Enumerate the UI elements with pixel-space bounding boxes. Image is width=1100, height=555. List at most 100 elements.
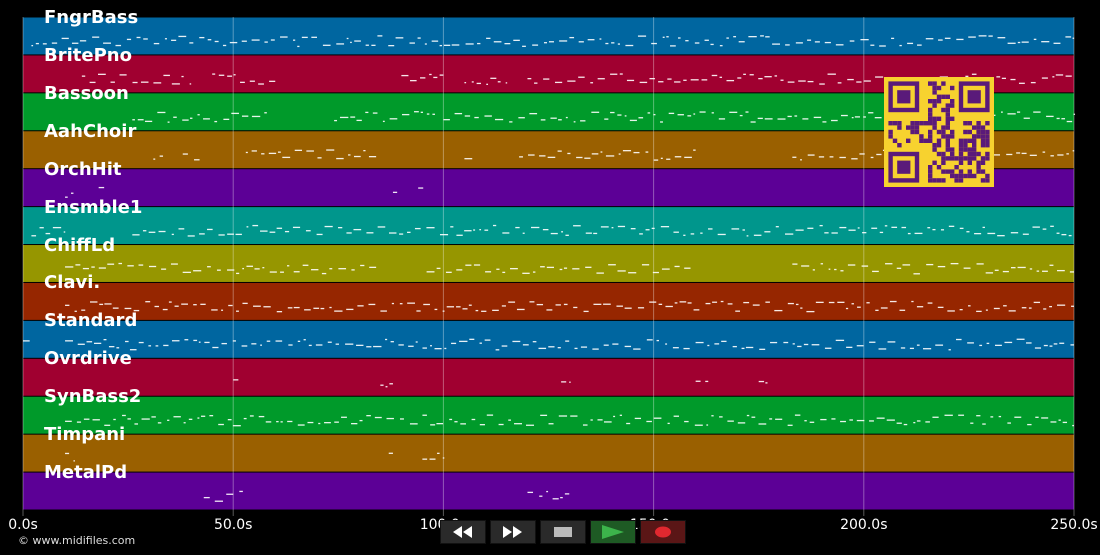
note-mark xyxy=(269,231,276,233)
note-mark xyxy=(335,343,340,345)
fast-forward-button[interactable] xyxy=(490,520,536,544)
note-mark xyxy=(558,415,568,417)
note-mark xyxy=(963,267,971,269)
note-mark xyxy=(161,268,167,270)
note-mark xyxy=(437,452,440,455)
note-mark xyxy=(79,40,87,42)
note-mark xyxy=(660,226,670,228)
note-mark xyxy=(388,452,393,454)
record-button[interactable] xyxy=(640,520,686,544)
note-mark xyxy=(306,150,314,152)
rewind-button[interactable] xyxy=(440,520,486,544)
note-mark xyxy=(699,111,706,113)
note-mark xyxy=(857,227,860,229)
note-mark xyxy=(693,149,696,151)
note-mark xyxy=(351,422,358,425)
track-band xyxy=(23,320,1074,358)
note-mark xyxy=(420,111,423,113)
note-mark xyxy=(576,156,583,159)
note-mark xyxy=(464,158,473,160)
note-mark xyxy=(153,42,160,45)
note-mark xyxy=(126,38,132,41)
note-mark xyxy=(547,156,556,159)
note-mark xyxy=(765,36,770,38)
note-mark xyxy=(189,117,193,119)
note-mark xyxy=(570,415,578,417)
note-mark xyxy=(311,269,319,271)
note-mark xyxy=(749,74,754,76)
note-mark xyxy=(65,304,70,306)
note-mark xyxy=(639,81,648,84)
note-mark xyxy=(604,118,609,120)
note-mark xyxy=(536,303,544,306)
note-mark xyxy=(292,226,301,229)
note-mark xyxy=(207,39,212,41)
note-mark xyxy=(345,343,354,345)
note-mark xyxy=(439,234,449,236)
note-mark xyxy=(674,156,682,158)
note-mark xyxy=(484,115,492,117)
note-mark xyxy=(879,45,886,47)
track-label: SynBass2 xyxy=(44,386,142,408)
note-mark xyxy=(719,416,723,418)
note-mark xyxy=(800,159,802,161)
note-mark xyxy=(529,112,538,115)
note-mark xyxy=(737,77,742,79)
note-mark xyxy=(374,416,382,419)
note-mark xyxy=(804,420,807,422)
note-mark xyxy=(819,224,823,227)
note-mark xyxy=(674,265,680,268)
note-mark xyxy=(260,344,262,346)
note-mark xyxy=(1050,421,1057,423)
note-mark xyxy=(153,82,162,84)
note-mark xyxy=(714,343,720,345)
note-mark xyxy=(227,269,235,271)
note-mark xyxy=(599,38,602,40)
note-mark xyxy=(148,231,156,233)
note-mark xyxy=(886,419,895,421)
note-mark xyxy=(1053,343,1058,345)
note-mark xyxy=(122,414,126,417)
note-mark xyxy=(408,345,414,347)
note-mark xyxy=(350,41,352,44)
note-mark xyxy=(573,225,581,227)
note-mark xyxy=(1043,308,1047,310)
note-mark xyxy=(1032,226,1040,228)
note-mark xyxy=(653,159,659,161)
note-mark xyxy=(1033,111,1041,113)
note-mark xyxy=(263,306,271,308)
note-mark xyxy=(831,418,836,420)
stop-button[interactable] xyxy=(540,520,586,544)
note-mark xyxy=(513,39,520,41)
note-mark xyxy=(103,339,107,341)
note-mark xyxy=(61,37,69,40)
note-mark xyxy=(1041,41,1050,43)
note-mark xyxy=(522,272,530,274)
note-mark xyxy=(91,266,95,268)
play-button[interactable] xyxy=(590,520,636,544)
note-mark xyxy=(464,115,471,117)
note-mark xyxy=(622,150,632,152)
note-mark xyxy=(353,228,362,231)
note-mark xyxy=(780,79,784,81)
note-mark xyxy=(484,229,489,231)
note-mark xyxy=(366,415,371,417)
note-mark xyxy=(950,262,959,265)
note-mark xyxy=(866,302,870,304)
note-mark xyxy=(670,45,676,47)
note-mark xyxy=(824,41,831,44)
note-mark xyxy=(628,272,637,274)
note-mark xyxy=(870,156,874,159)
note-mark xyxy=(885,263,893,265)
note-mark xyxy=(856,81,862,83)
note-mark xyxy=(878,348,887,350)
note-mark xyxy=(71,42,79,44)
note-mark xyxy=(526,424,535,426)
note-mark xyxy=(155,345,159,347)
note-mark xyxy=(753,234,762,236)
note-mark xyxy=(486,414,494,416)
note-mark xyxy=(189,42,194,44)
note-mark xyxy=(253,305,261,307)
note-mark xyxy=(242,302,248,305)
note-mark xyxy=(543,42,548,44)
